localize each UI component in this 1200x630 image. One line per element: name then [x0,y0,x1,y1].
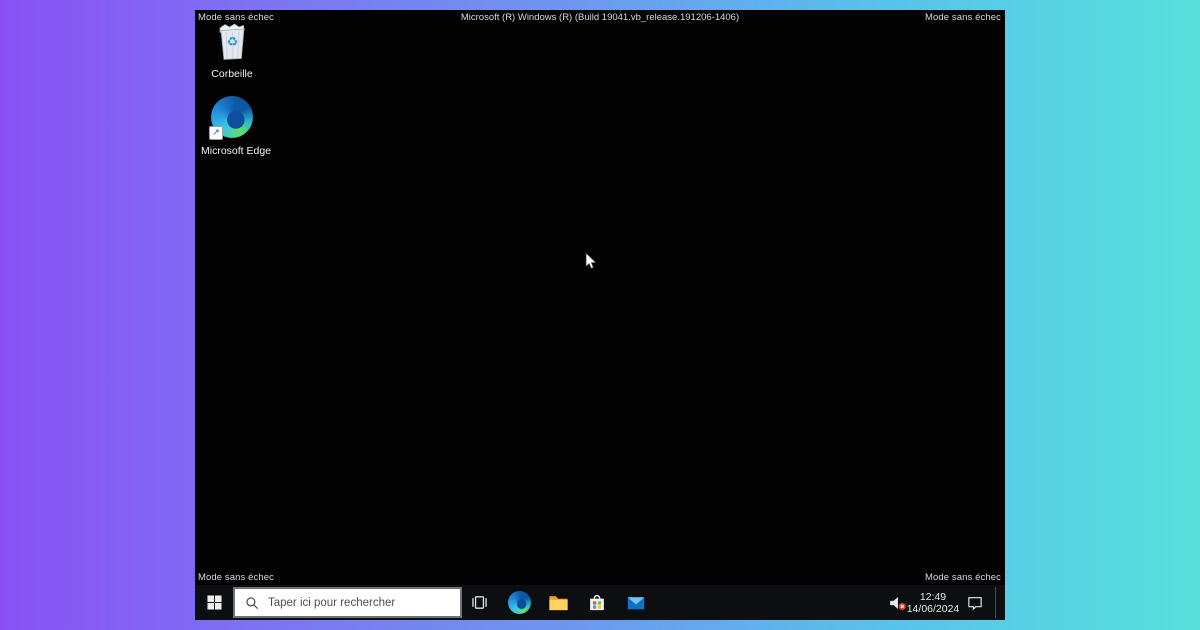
task-view-button[interactable] [460,585,499,620]
edge-icon [508,591,531,614]
taskbar: Taper ici pour rechercher 12:49 14/06/20… [195,585,1005,620]
desktop-icon-edge[interactable]: ↗ Microsoft Edge [201,96,272,157]
taskbar-store-button[interactable] [577,585,616,620]
file-explorer-icon [547,591,570,614]
task-view-icon [469,592,490,613]
volume-muted-icon[interactable] [886,585,908,620]
action-center-bubble-icon [968,596,982,611]
safe-mode-label-bottom-left: Mode sans échec [198,572,274,583]
desktop-icon-label: Microsoft Edge [201,145,272,157]
taskbar-mail-button[interactable] [616,585,655,620]
svg-text:♻: ♻ [227,34,239,49]
search-icon [245,596,259,610]
taskbar-search-input[interactable]: Taper ici pour rechercher [233,587,462,618]
shortcut-arrow-icon: ↗ [209,126,223,140]
mouse-cursor [585,252,597,271]
windows-build-label: Microsoft (R) Windows (R) (Build 19041.v… [460,12,740,23]
safe-mode-label-bottom-right: Mode sans échec [925,572,1001,583]
show-desktop-button[interactable] [996,585,1005,620]
desktop-icon-label: Corbeille [211,68,253,80]
taskbar-file-explorer-button[interactable] [539,585,578,620]
recycle-bin-icon: ♻ [213,21,251,61]
windows-logo-icon [206,595,222,610]
desktop-icon-recycle-bin[interactable]: ♻ Corbeille [201,21,263,80]
page: { "colors": { "bg-gradient-left": "#8a50… [0,0,1200,630]
search-placeholder: Taper ici pour rechercher [268,596,396,609]
edge-icon: ↗ [209,96,253,140]
taskbar-edge-button[interactable] [500,585,539,620]
store-icon [586,592,608,614]
tray-date: 14/06/2024 [906,602,960,615]
start-button[interactable] [195,585,233,620]
action-center-button[interactable] [965,585,985,620]
taskbar-clock[interactable]: 12:49 14/06/2024 [906,585,960,620]
safe-mode-label-top-right: Mode sans échec [925,12,1001,23]
mail-icon [625,592,647,614]
windows-desktop[interactable]: Mode sans échec Microsoft (R) Windows (R… [195,10,1005,620]
tray-time: 12:49 [919,590,947,603]
